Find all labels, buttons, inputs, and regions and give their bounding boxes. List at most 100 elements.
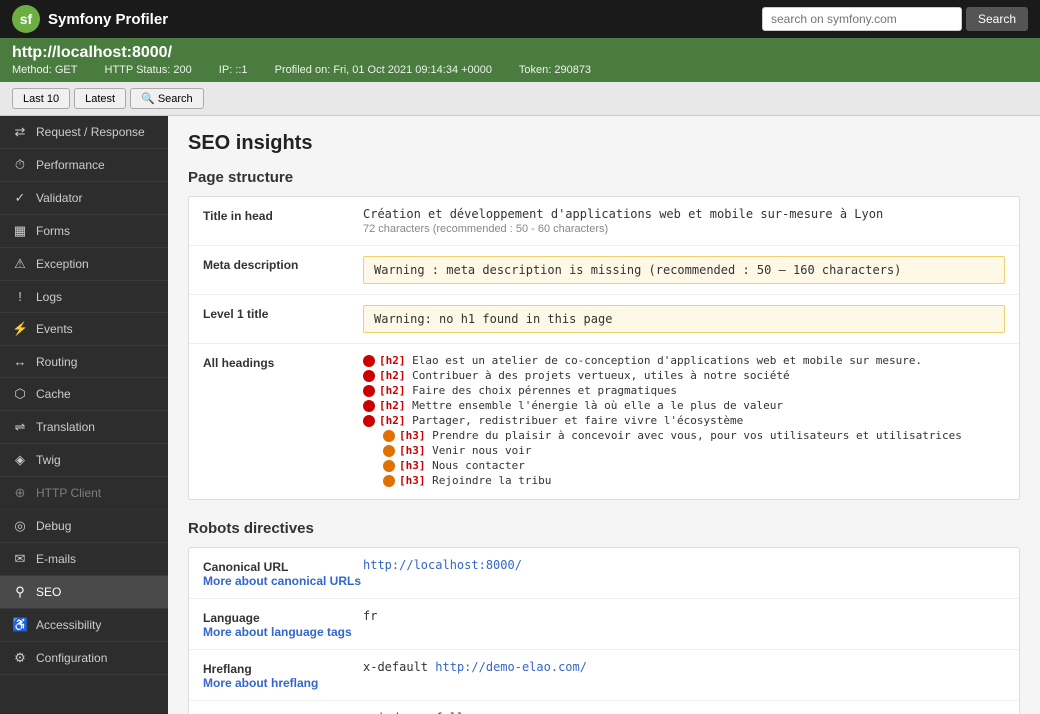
sidebar-item-twig[interactable]: ◈Twig	[0, 444, 168, 477]
sidebar-item-label: Translation	[36, 420, 95, 434]
heading-item: [h2] Elao est un atelier de co-conceptio…	[363, 354, 1005, 367]
sidebar-item-debug[interactable]: ◎Debug	[0, 510, 168, 543]
error-dot	[383, 460, 395, 472]
exception-icon: ⚠	[12, 256, 28, 272]
sidebar-item-exception[interactable]: ⚠Exception	[0, 248, 168, 281]
debug-icon: ◎	[12, 518, 28, 534]
page-title: SEO insights	[188, 132, 1020, 155]
symfony-logo: sf	[12, 5, 40, 33]
title-in-head-value: Création et développement d'applications…	[363, 207, 1005, 235]
heading-text: [h2] Mettre ensemble l'énergie là où ell…	[379, 399, 783, 412]
performance-icon: ⏱	[12, 157, 28, 173]
heading-item: [h3] Rejoindre la tribu	[363, 474, 1005, 487]
language-more-link[interactable]: More about language tags	[203, 625, 352, 639]
all-headings-row: All headings [h2] Elao est un atelier de…	[189, 344, 1019, 499]
token-label: Token: 290873	[519, 64, 603, 76]
heading-text: [h2] Contribuer à des projets vertueux, …	[379, 369, 790, 382]
twig-icon: ◈	[12, 452, 28, 468]
app-name: Symfony Profiler	[48, 11, 168, 28]
hreflang-label: Hreflang More about hreflang	[203, 660, 363, 690]
sidebar-item-label: Cache	[36, 387, 71, 401]
events-icon: ⚡	[12, 321, 28, 337]
hreflang-more-link[interactable]: More about hreflang	[203, 676, 318, 690]
sidebar-item-configuration[interactable]: ⚙ Configuration	[0, 642, 168, 675]
sidebar: ⇄Request / Response⏱Performance ✓ Validato…	[0, 116, 168, 714]
meta-description-warning: Warning : meta description is missing (r…	[363, 256, 1005, 284]
sidebar-item-forms[interactable]: ▦Forms	[0, 215, 168, 248]
error-dot	[363, 370, 375, 382]
headings-list: [h2] Elao est un atelier de co-conceptio…	[363, 354, 1005, 487]
sidebar-item-label: Configuration	[36, 651, 107, 665]
meta-description-row: Meta description Warning : meta descript…	[189, 246, 1019, 295]
search-area: Search	[762, 7, 1028, 31]
hreflang-link[interactable]: http://demo-elao.com/	[435, 660, 587, 674]
title-in-head-label: Title in head	[203, 207, 363, 223]
latest-button[interactable]: Latest	[74, 88, 126, 109]
sidebar-item-validator[interactable]: ✓ Validator	[0, 182, 168, 215]
profiled-on-label: Profiled on: Fri, 01 Oct 2021 09:14:34 +…	[275, 64, 504, 76]
sidebar-item-accessibility[interactable]: ♿ Accessibility	[0, 609, 168, 642]
validator-icon: ✓	[12, 190, 28, 206]
sidebar-item-label: SEO	[36, 585, 61, 599]
main-layout: ⇄Request / Response⏱Performance ✓ Validato…	[0, 116, 1040, 714]
sidebar-item-request-response[interactable]: ⇄Request / Response	[0, 116, 168, 149]
heading-text: [h2] Faire des choix pérennes et pragmat…	[379, 384, 677, 397]
error-dot	[383, 430, 395, 442]
language-label: Language More about language tags	[203, 609, 363, 639]
content-area: SEO insights Page structure Title in hea…	[168, 116, 1040, 714]
accessibility-icon: ♿	[12, 617, 28, 633]
heading-text: [h3] Prendre du plaisir à concevoir avec…	[399, 429, 962, 442]
sidebar-item-events[interactable]: ⚡Events	[0, 313, 168, 346]
sidebar-item-label: Validator	[36, 191, 82, 205]
page-structure-title: Page structure	[188, 169, 1020, 186]
canonical-url-more-link[interactable]: More about canonical URLs	[203, 574, 361, 588]
meta-description-value: Warning : meta description is missing (r…	[363, 256, 1005, 284]
search-button[interactable]: Search	[966, 7, 1028, 31]
all-headings-value: [h2] Elao est un atelier de co-conceptio…	[363, 354, 1005, 489]
status-label: HTTP Status: 200	[105, 64, 204, 76]
title-in-head-row: Title in head Création et développement …	[189, 197, 1019, 246]
heading-text: [h3] Venir nous voir	[399, 444, 531, 457]
robots-directives-card: Canonical URL More about canonical URLs …	[188, 547, 1020, 714]
meta-description-label: Meta description	[203, 256, 363, 272]
sidebar-item-label: Logs	[36, 290, 62, 304]
configuration-icon: ⚙	[12, 650, 28, 666]
search-toolbar-button[interactable]: 🔍 Search	[130, 88, 204, 109]
cache-icon: ⬡	[12, 386, 28, 402]
error-dot	[363, 400, 375, 412]
logs-icon: !	[12, 289, 28, 304]
heading-text: [h2] Elao est un atelier de co-conceptio…	[379, 354, 922, 367]
url-display: http://localhost:8000/	[12, 44, 1028, 62]
url-bar: http://localhost:8000/ Method: GET HTTP …	[0, 38, 1040, 82]
sidebar-item-emails[interactable]: ✉ E-mails	[0, 543, 168, 576]
error-dot	[363, 355, 375, 367]
canonical-url-link[interactable]: http://localhost:8000/	[363, 558, 522, 572]
sidebar-item-seo[interactable]: ⚲SEO	[0, 576, 168, 609]
sidebar-item-label: Forms	[36, 224, 70, 238]
emails-icon: ✉	[12, 551, 28, 567]
http-client-icon: ⊕	[12, 485, 28, 501]
heading-item: [h3] Prendre du plaisir à concevoir avec…	[363, 429, 1005, 442]
sidebar-item-translation[interactable]: ⇌Translation	[0, 411, 168, 444]
heading-item: [h2] Mettre ensemble l'énergie là où ell…	[363, 399, 1005, 412]
sidebar-item-performance[interactable]: ⏱Performance	[0, 149, 168, 182]
error-dot	[363, 415, 375, 427]
heading-item: [h3] Nous contacter	[363, 459, 1005, 472]
canonical-url-row: Canonical URL More about canonical URLs …	[189, 548, 1019, 599]
all-headings-label: All headings	[203, 354, 363, 370]
heading-text: [h3] Rejoindre la tribu	[399, 474, 551, 487]
heading-text: [h3] Nous contacter	[399, 459, 525, 472]
search-input[interactable]	[762, 7, 962, 31]
sidebar-item-label: Accessibility	[36, 618, 101, 632]
sidebar-item-label: E-mails	[36, 552, 76, 566]
sidebar-item-cache[interactable]: ⬡ Cache	[0, 378, 168, 411]
error-dot	[383, 475, 395, 487]
last10-button[interactable]: Last 10	[12, 88, 70, 109]
level1-title-row: Level 1 title Warning: no h1 found in th…	[189, 295, 1019, 344]
sidebar-item-logs[interactable]: ! Logs	[0, 281, 168, 313]
heading-item: [h2] Faire des choix pérennes et pragmat…	[363, 384, 1005, 397]
error-dot	[383, 445, 395, 457]
robots-directives-title: Robots directives	[188, 520, 1020, 537]
toolbar: Last 10 Latest 🔍 Search	[0, 82, 1040, 116]
sidebar-item-routing[interactable]: ↔Routing	[0, 346, 168, 378]
